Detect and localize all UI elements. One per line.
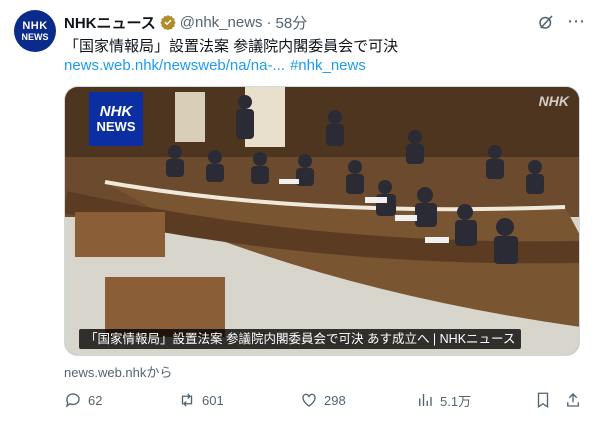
views-chart-icon	[419, 394, 432, 406]
post-time[interactable]: 58分	[276, 12, 308, 33]
author-avatar[interactable]: NHK NEWS	[14, 10, 56, 52]
views-button[interactable]: 5.1万	[416, 390, 471, 410]
media-caption: 「国家情報局」設置法案 参議院内閣委員会で可決 あす成立へ | NHKニュース	[79, 329, 522, 349]
avatar-text-nhk: NHK	[22, 19, 48, 32]
grok-icon[interactable]	[537, 13, 555, 31]
repost-icon	[181, 393, 193, 407]
heart-icon	[302, 393, 316, 407]
reply-count: 62	[88, 392, 103, 408]
like-button[interactable]: 298	[300, 390, 346, 410]
post-header: NHKニュース @nhk_news · 58分	[64, 12, 307, 32]
post-hashtag[interactable]: #nhk_news	[290, 56, 366, 76]
share-button[interactable]	[564, 390, 582, 410]
media-nhk-news-logo: NHK NEWS	[89, 92, 143, 146]
bookmark-button[interactable]	[534, 390, 552, 410]
post-links: news.web.nhk/newsweb/na/na-... #nhk_news	[64, 56, 366, 76]
media-image[interactable]: NHK NEWS NHK 「国家情報局」設置法案 参議院内閣委員会で可決 あす成…	[64, 86, 580, 356]
action-bar: 62 601 298 5.1万	[64, 390, 584, 410]
post-link[interactable]: news.web.nhk/newsweb/na/na-...	[64, 56, 285, 76]
share-icon	[567, 393, 579, 407]
repost-button[interactable]: 601	[178, 390, 224, 410]
bookmark-icon	[537, 392, 549, 409]
like-count: 298	[324, 392, 346, 408]
more-options-icon[interactable]: ⋯	[566, 12, 586, 32]
verified-badge-icon	[160, 15, 176, 30]
reply-icon	[65, 393, 80, 408]
reply-button[interactable]: 62	[64, 390, 102, 410]
media-watermark: NHK	[538, 93, 569, 109]
link-source[interactable]: news.web.nhkから	[64, 362, 172, 381]
views-count: 5.1万	[440, 393, 472, 409]
author-handle[interactable]: @nhk_news	[180, 14, 263, 31]
repost-count: 601	[202, 392, 224, 408]
author-name[interactable]: NHKニュース	[64, 12, 156, 33]
post-text: 「国家情報局」設置法案 参議院内閣委員会で可決	[64, 38, 399, 55]
media-logo-news: NEWS	[96, 119, 136, 134]
avatar-text-news: NEWS	[21, 31, 49, 42]
media-logo-nhk: NHK	[99, 103, 133, 120]
separator-dot: ·	[266, 13, 272, 31]
